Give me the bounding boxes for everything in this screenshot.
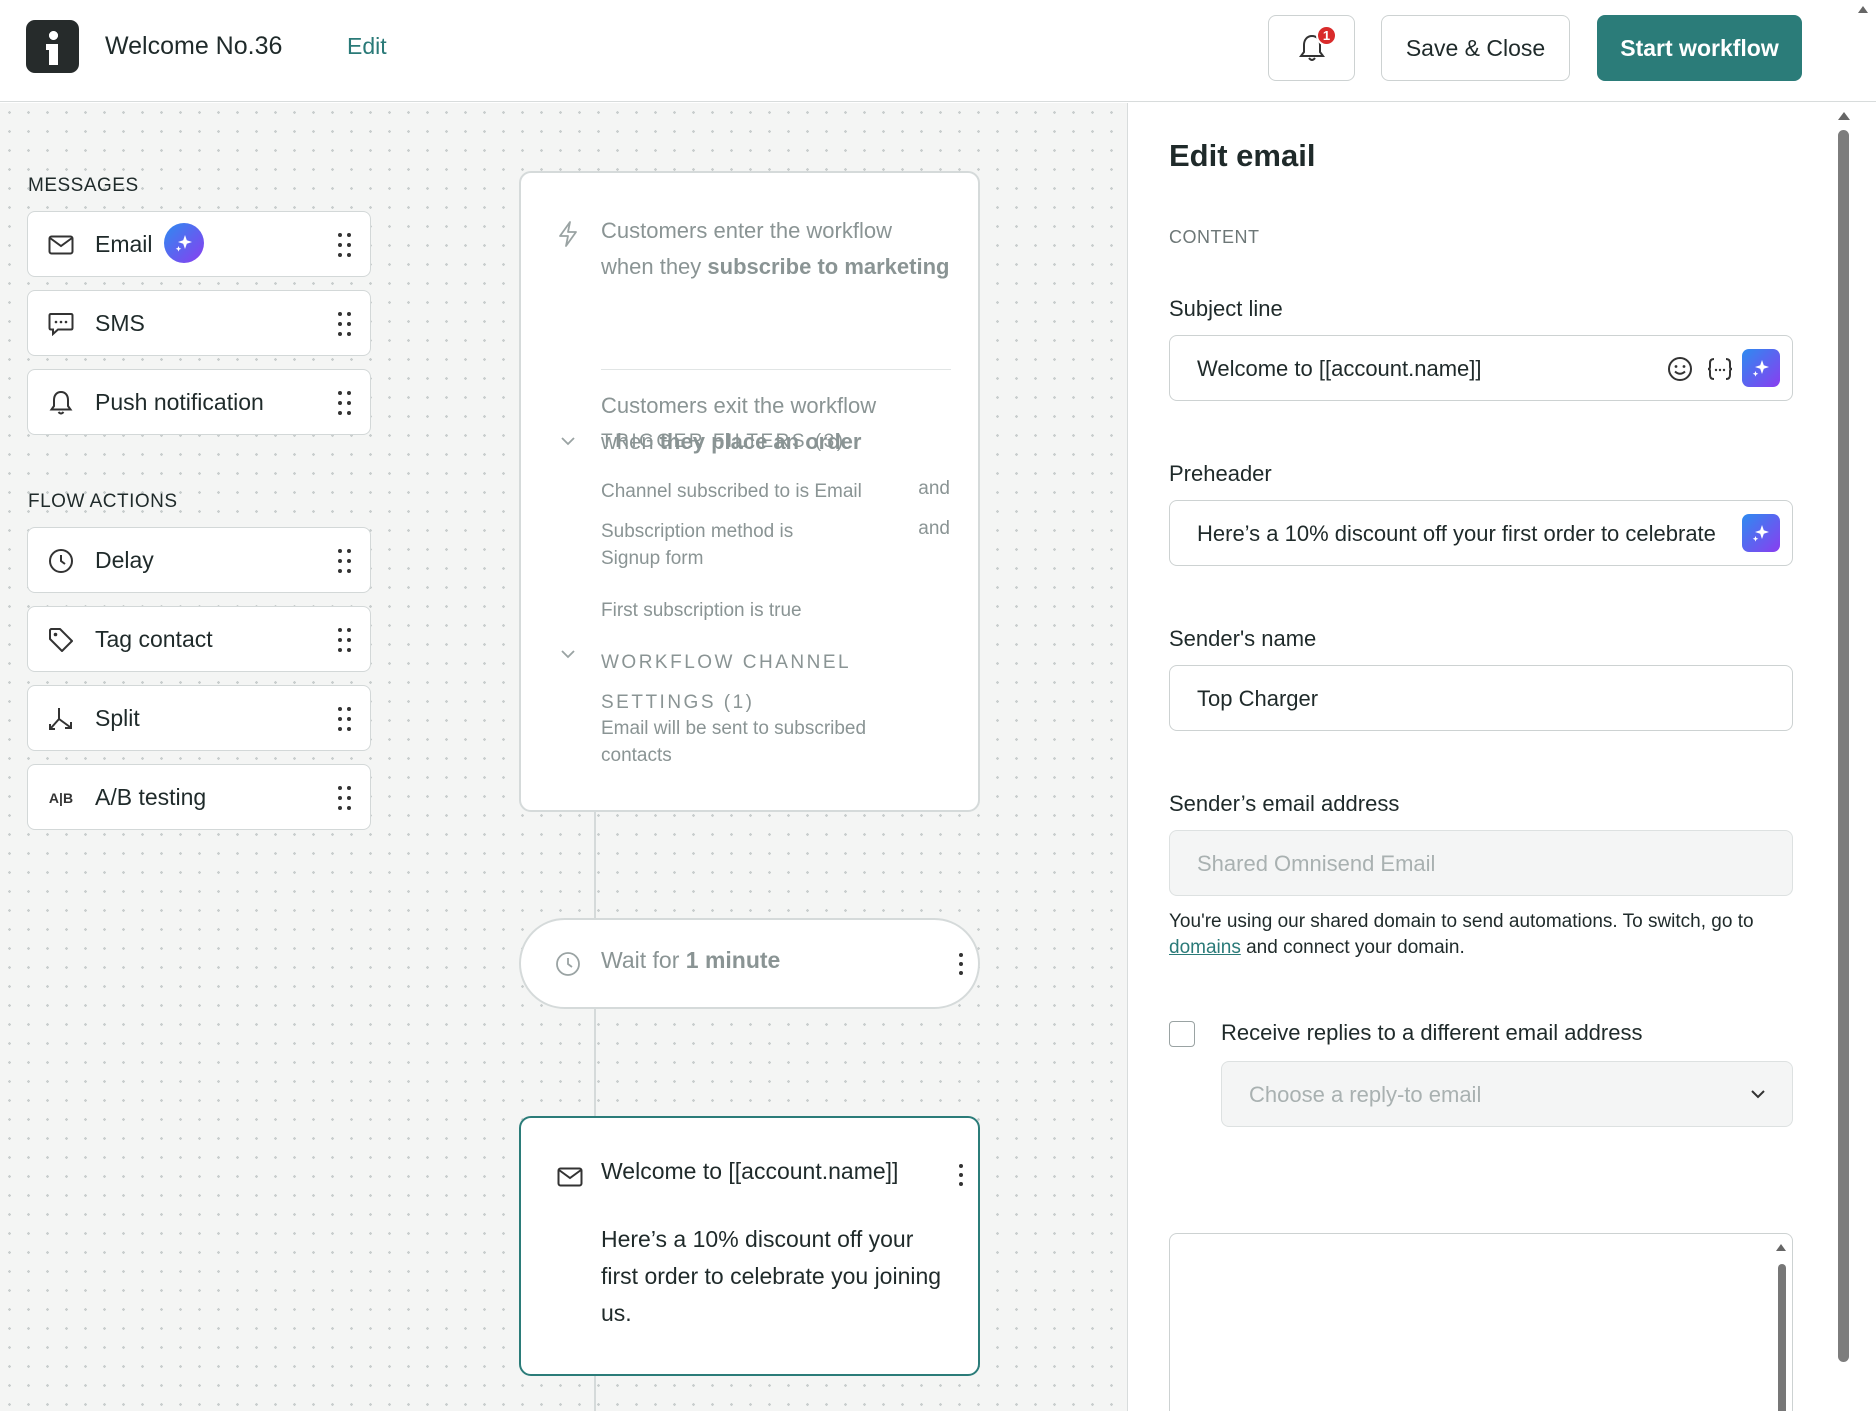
- workflow-title: Welcome No.36: [105, 32, 283, 60]
- palette-item-label: A/B testing: [95, 783, 207, 810]
- preheader-value: Here’s a 10% discount off your first ord…: [1197, 521, 1715, 546]
- trigger-filter-row: Subscription method is Signup form: [601, 521, 794, 569]
- clock-icon: [48, 548, 74, 574]
- email-node[interactable]: Welcome to [[account.name]] Here’s a 10%…: [519, 1116, 980, 1376]
- sender-name-input[interactable]: Top Charger: [1169, 665, 1793, 731]
- filter-conjunction: and: [918, 518, 950, 539]
- palette-item-split[interactable]: Split: [27, 685, 371, 751]
- preview-scrollbar[interactable]: [1778, 1264, 1786, 1411]
- ai-sparkle-icon[interactable]: [1742, 349, 1780, 387]
- drag-handle-icon[interactable]: [338, 549, 352, 573]
- subject-line-input[interactable]: Welcome to [[account.name]]: [1169, 335, 1793, 401]
- drag-handle-icon[interactable]: [338, 312, 352, 336]
- preheader-label: Preheader: [1169, 461, 1272, 486]
- trigger-node[interactable]: Customers enter the workflow when they s…: [519, 171, 980, 812]
- mail-icon: [557, 1167, 583, 1187]
- ai-sparkle-icon: [164, 223, 204, 263]
- palette-item-sms[interactable]: SMS: [27, 290, 371, 356]
- channel-settings-heading[interactable]: WORKFLOW CHANNEL SETTINGS (1): [601, 643, 851, 723]
- edit-email-panel: Edit email CONTENT Subject line Welcome …: [1129, 103, 1844, 1411]
- trigger-filter-row: First subscription is true: [601, 600, 802, 621]
- email-preview-frame[interactable]: [1169, 1233, 1793, 1411]
- palette-item-ab-testing[interactable]: A|B A/B testing: [27, 764, 371, 830]
- save-close-button[interactable]: Save & Close: [1381, 15, 1570, 81]
- trigger-enter-text: Customers enter the workflow when they s…: [601, 218, 950, 279]
- subject-line-label: Subject line: [1169, 296, 1283, 321]
- reply-to-checkbox[interactable]: [1169, 1021, 1195, 1047]
- page-scrollbar-thumb[interactable]: [1838, 130, 1849, 1362]
- omnisend-logo[interactable]: [26, 20, 79, 73]
- drag-handle-icon[interactable]: [338, 786, 352, 810]
- more-options-icon[interactable]: [958, 953, 964, 975]
- flow-connector: [594, 1376, 596, 1411]
- emoji-icon[interactable]: [1667, 356, 1693, 382]
- palette-item-push-notification[interactable]: Push notification: [27, 369, 371, 435]
- tag-icon: [48, 627, 74, 653]
- email-node-preheader: Here’s a 10% discount off your first ord…: [601, 1226, 942, 1326]
- email-node-subject: Welcome to [[account.name]]: [601, 1158, 899, 1184]
- window-scroll-up-arrow[interactable]: [1858, 6, 1868, 13]
- edit-title-link[interactable]: Edit: [347, 33, 387, 60]
- drag-handle-icon[interactable]: [338, 628, 352, 652]
- palette-item-label: Push notification: [95, 388, 264, 415]
- personalization-tag-icon[interactable]: [1707, 357, 1733, 381]
- reply-to-checkbox-label[interactable]: Receive replies to a different email add…: [1221, 1020, 1642, 1046]
- flow-actions-heading: FLOW ACTIONS: [28, 491, 178, 512]
- preheader-input[interactable]: Here’s a 10% discount off your first ord…: [1169, 500, 1793, 566]
- wait-text: Wait for 1 minute: [601, 947, 781, 973]
- start-workflow-button[interactable]: Start workflow: [1597, 15, 1802, 81]
- mail-icon: [48, 232, 74, 258]
- more-options-icon[interactable]: [958, 1164, 964, 1186]
- sender-email-value: Shared Omnisend Email: [1197, 851, 1436, 876]
- ai-sparkle-icon[interactable]: [1742, 514, 1780, 552]
- top-bar: Welcome No.36 Edit 1 Save & Close Start …: [0, 0, 1876, 102]
- lightning-icon: [559, 221, 577, 247]
- messages-heading: MESSAGES: [28, 175, 139, 196]
- drag-handle-icon[interactable]: [338, 707, 352, 731]
- wait-node[interactable]: Wait for 1 minute: [519, 918, 980, 1009]
- channel-settings-note: Email will be sent to subscribed contact…: [601, 718, 867, 766]
- chevron-down-icon[interactable]: [561, 647, 575, 661]
- workflow-canvas[interactable]: MESSAGES Email SMS Push notification FLO…: [0, 103, 1128, 1411]
- palette-item-label: Tag contact: [95, 625, 213, 652]
- drag-handle-icon[interactable]: [338, 391, 352, 415]
- subject-line-value: Welcome to [[account.name]]: [1197, 356, 1482, 381]
- palette-item-label: Delay: [95, 546, 154, 573]
- sender-name-value: Top Charger: [1197, 686, 1319, 711]
- reply-to-select-placeholder: Choose a reply-to email: [1249, 1082, 1482, 1107]
- notifications-button[interactable]: 1: [1268, 15, 1355, 81]
- chevron-down-icon[interactable]: [561, 434, 575, 448]
- trigger-filter-row: Channel subscribed to is Email: [601, 481, 862, 502]
- page-scroll-up-arrow[interactable]: [1838, 112, 1850, 120]
- notification-badge: 1: [1316, 25, 1337, 46]
- palette-item-label: Split: [95, 704, 140, 731]
- flow-connector: [594, 812, 596, 918]
- divider: [601, 369, 951, 370]
- bell-icon: [48, 390, 74, 416]
- sender-email-input[interactable]: Shared Omnisend Email: [1169, 830, 1793, 896]
- drag-handle-icon[interactable]: [338, 233, 352, 257]
- chat-icon: [48, 311, 74, 337]
- sender-email-label: Sender’s email address: [1169, 791, 1400, 816]
- domains-link[interactable]: domains: [1169, 937, 1241, 958]
- reply-to-select[interactable]: Choose a reply-to email: [1221, 1061, 1793, 1127]
- trigger-filters-heading[interactable]: TRIGGER FILTERS (3): [601, 431, 846, 453]
- palette-item-delay[interactable]: Delay: [27, 527, 371, 593]
- preview-scroll-up-arrow[interactable]: [1776, 1244, 1786, 1251]
- content-section-label: CONTENT: [1169, 227, 1260, 247]
- palette-item-label: SMS: [95, 309, 145, 336]
- palette-item-label: Email: [95, 230, 153, 257]
- sender-name-label: Sender's name: [1169, 626, 1317, 651]
- shared-domain-help-text: You're using our shared domain to send a…: [1169, 911, 1754, 958]
- palette-item-tag-contact[interactable]: Tag contact: [27, 606, 371, 672]
- filter-conjunction: and: [918, 478, 950, 499]
- flow-connector: [594, 1009, 596, 1116]
- chevron-down-icon: [1751, 1090, 1765, 1099]
- clock-icon: [556, 952, 580, 976]
- split-icon: [48, 706, 74, 732]
- ab-icon: A|B: [48, 790, 74, 806]
- panel-title: Edit email: [1169, 138, 1316, 173]
- palette-item-email[interactable]: Email: [27, 211, 371, 277]
